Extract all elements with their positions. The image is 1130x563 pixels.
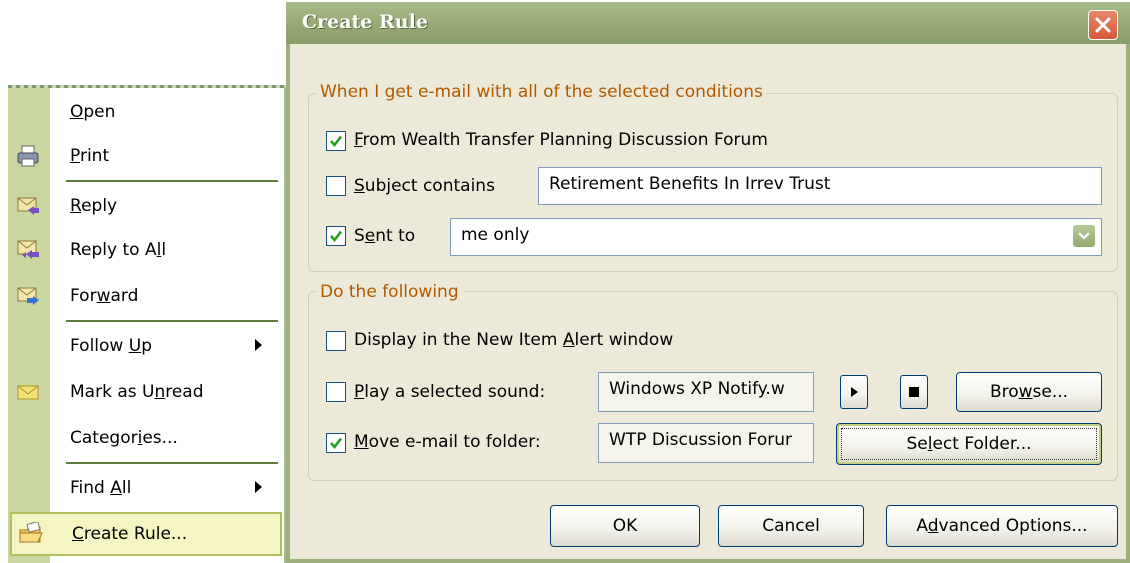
sent-to-dropdown[interactable]: me only <box>450 218 1102 256</box>
menu-item-open[interactable]: Open <box>8 90 280 134</box>
checkmark-icon <box>330 135 343 148</box>
window-frame <box>286 559 1130 563</box>
menu-item-mark-unread[interactable]: Mark as Unread <box>8 370 280 414</box>
context-menu: Open Print Reply Reply to All Forward Fo… <box>8 85 286 563</box>
close-icon <box>1095 17 1111 33</box>
play-icon <box>851 387 858 397</box>
sent-to-value: me only <box>461 225 530 245</box>
conditions-group-title: When I get e-mail with all of the select… <box>316 82 767 102</box>
forward-icon <box>16 284 40 308</box>
menu-item-categories[interactable]: Categories... <box>8 416 280 460</box>
window-frame <box>1126 44 1130 563</box>
folder-field: WTP Discussion Forur <box>598 423 814 463</box>
subject-input[interactable]: Retirement Benefits In Irrev Trust <box>538 167 1102 205</box>
from-checkbox[interactable] <box>326 131 346 151</box>
menu-item-print[interactable]: Print <box>8 134 280 178</box>
display-alert-label: Display in the New Item Alert window <box>354 330 674 350</box>
move-to-folder-label: Move e-mail to folder: <box>354 432 541 452</box>
submenu-arrow-icon <box>255 339 262 351</box>
reply-icon <box>16 194 40 218</box>
menu-separator <box>66 320 278 322</box>
rule-folder-icon <box>18 520 43 546</box>
dropdown-button[interactable] <box>1073 225 1095 247</box>
select-folder-button[interactable]: Select Folder... <box>836 423 1102 465</box>
select-folder-button-label: Select Folder... <box>906 434 1032 454</box>
menu-item-label: Categories... <box>70 428 178 448</box>
menu-item-reply-to-all[interactable]: Reply to All <box>8 228 280 272</box>
menu-item-forward[interactable]: Forward <box>8 274 280 318</box>
menu-item-label: Reply <box>70 196 118 216</box>
menu-item-label: Find All <box>70 478 132 498</box>
window-frame <box>286 44 290 563</box>
from-label: From Wealth Transfer Planning Discussion… <box>354 130 768 150</box>
close-button[interactable] <box>1088 10 1118 40</box>
play-sound-label: Play a selected sound: <box>354 382 546 402</box>
checkmark-icon <box>330 230 343 243</box>
printer-icon <box>16 144 40 168</box>
stop-icon <box>909 387 919 397</box>
create-rule-dialog: Create Rule When I get e-mail with all o… <box>286 2 1130 563</box>
menu-separator <box>66 462 278 464</box>
envelope-icon <box>16 380 40 404</box>
play-sound-checkbox[interactable] <box>326 382 346 402</box>
stop-button[interactable] <box>900 375 928 409</box>
cancel-button-label: Cancel <box>762 516 820 536</box>
menu-separator <box>66 180 278 182</box>
sent-to-checkbox[interactable] <box>326 226 346 246</box>
menu-item-label: Mark as Unread <box>70 382 204 402</box>
menu-item-label: Reply to All <box>70 240 167 260</box>
cancel-button[interactable]: Cancel <box>718 505 864 547</box>
chevron-down-icon <box>1078 232 1090 240</box>
checkmark-icon <box>330 437 343 450</box>
title-bar[interactable]: Create Rule <box>286 2 1130 44</box>
menu-item-reply[interactable]: Reply <box>8 184 280 228</box>
ok-button[interactable]: OK <box>550 505 700 547</box>
browse-button[interactable]: Browse... <box>956 372 1102 412</box>
advanced-options-button[interactable]: Advanced Options... <box>886 505 1118 547</box>
display-alert-checkbox[interactable] <box>326 331 346 351</box>
sent-to-label: Sent to <box>354 226 416 246</box>
move-to-folder-checkbox[interactable] <box>326 433 346 453</box>
submenu-arrow-icon <box>255 481 262 493</box>
dialog-title: Create Rule <box>302 11 428 33</box>
menu-item-label: Forward <box>70 286 139 306</box>
subject-label: Subject contains <box>354 176 495 196</box>
browse-button-label: Browse... <box>989 382 1069 402</box>
play-button[interactable] <box>840 375 868 409</box>
menu-item-label: Print <box>70 146 110 166</box>
menu-item-label: Create Rule... <box>72 524 188 544</box>
advanced-options-button-label: Advanced Options... <box>916 516 1088 536</box>
menu-item-create-rule[interactable]: Create Rule... <box>10 512 282 556</box>
menu-item-label: Follow Up <box>70 336 152 356</box>
menu-item-label: Open <box>70 102 116 122</box>
menu-item-follow-up[interactable]: Follow Up <box>8 324 280 368</box>
ok-button-label: OK <box>612 516 638 536</box>
subject-checkbox[interactable] <box>326 176 346 196</box>
actions-group-title: Do the following <box>316 282 463 302</box>
sound-file-field: Windows XP Notify.w <box>598 372 814 412</box>
menu-item-find-all[interactable]: Find All <box>8 466 280 510</box>
reply-all-icon <box>16 238 40 262</box>
